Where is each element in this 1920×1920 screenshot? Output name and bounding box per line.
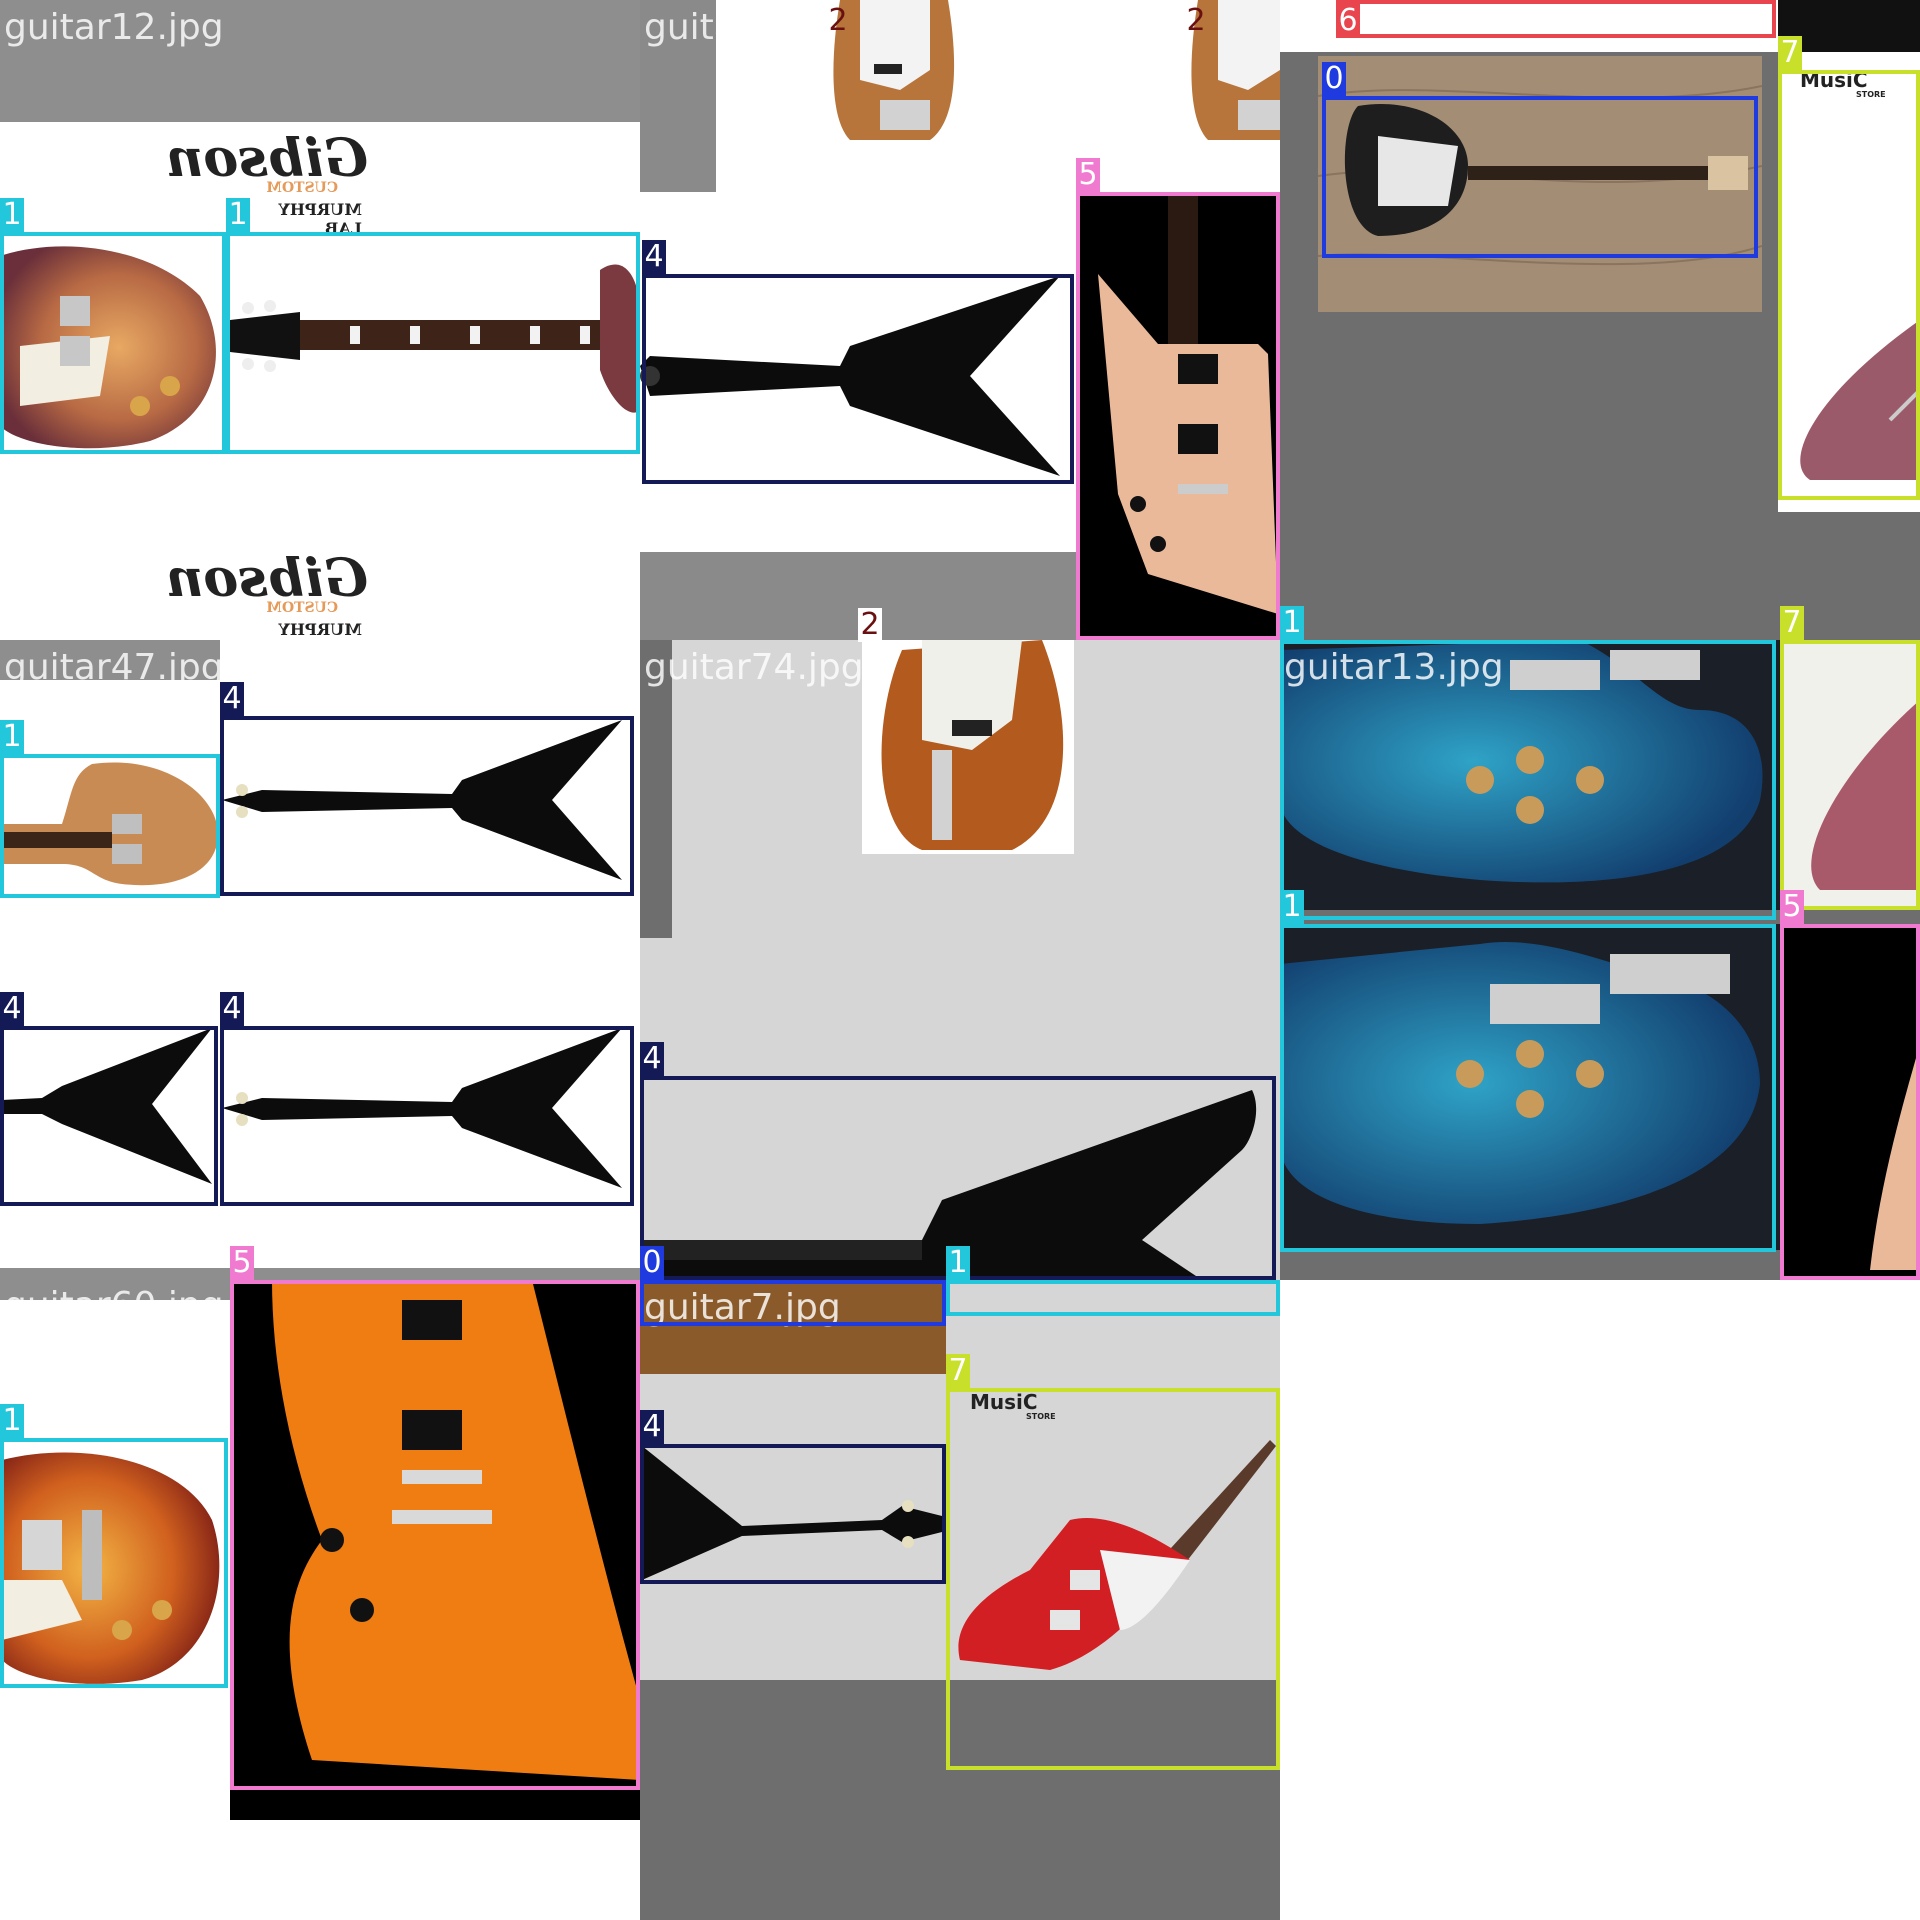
bbox-label: 1 [0,198,24,232]
tile-guitar22: guitar22.jpg 4 5 2 2 [640,0,1280,640]
bbox-label: 2 [1186,3,1206,38]
bbox-class-1 [1280,924,1776,1252]
bbox-label: 4 [220,992,244,1026]
bbox-label: 6 [1336,4,1360,38]
tile-filename: guitar60.jpg [4,1285,224,1326]
bbox-class-4 [642,274,1074,484]
bbox-label: 2 [858,608,882,642]
bbox-label: 1 [1280,890,1304,924]
bbox-label: 7 [1778,36,1802,70]
tile-filename: guitar12.jpg [4,7,224,48]
bbox-label: 1 [1280,606,1304,640]
bbox-label: 4 [640,1410,664,1444]
bbox-class-0 [1322,96,1758,258]
bbox-class-5 [1076,192,1280,640]
bbox-class-7 [1780,640,1920,910]
bbox-class-1 [0,1438,228,1688]
bbox-label: 7 [1780,606,1804,640]
bbox-class-4 [0,1026,218,1206]
bbox-class-4 [220,716,634,896]
bbox-class-1 [226,232,640,454]
bbox-class-0 [640,1280,946,1326]
bbox-label: 5 [1780,890,1804,924]
telecaster-art [862,640,1074,854]
bbox-label: 4 [0,992,24,1026]
bbox-class-4 [220,1026,634,1206]
bbox-class-5 [230,1280,640,1790]
bbox-class-7 [946,1388,1280,1770]
bbox-class-1 [0,232,226,454]
bbox-class-7 [1778,70,1920,500]
gibson-logo: Gibson CUSTOM MURPHY LAB [165,548,368,640]
bbox-label: 2 [828,3,848,38]
tile-guitar7: guitar7.jpg MusiC STORE 0 4 7 [640,1280,1280,1920]
bbox-label: 1 [0,720,24,754]
tile-guitar13: guitar13.jpg 1 1 5 [1280,640,1920,1280]
bbox-label: 0 [640,1246,664,1280]
tile-guitar74: guitar74.jpg 4 2 [640,640,1280,1280]
bbox-class-4 [640,1444,946,1584]
bbox-label: 4 [220,682,244,716]
tile-filename: guitar47.jpg [4,647,224,688]
tile-guitar47: guitar47.jpg 1 4 4 4 [0,640,640,1280]
bbox-label: 0 [1322,62,1346,96]
tile-guitar12: guitar12.jpg Gibson CUSTOM MURPHY LAB Gi… [0,0,640,640]
bbox-label: 5 [230,1246,254,1280]
bbox-class-6 [1336,0,1776,38]
bbox-label: 4 [642,240,666,274]
bbox-label: 7 [946,1354,970,1388]
bbox-class-1 [0,754,220,898]
bbox-label: 1 [0,1404,24,1438]
bbox-label: 4 [640,1042,664,1076]
bbox-label: 1 [226,198,250,232]
black-pad [230,1790,640,1820]
bbox-label: 1 [946,1246,970,1280]
bbox-class-1 [1280,640,1776,920]
tile-guitar60-top: guitar60.jpg MusiC STORE 6 0 7 [1280,0,1920,640]
bbox-class-5 [1780,924,1920,1280]
tile-guitar60-bottom: guitar60.jpg 1 [0,1280,640,1920]
tile-filename: guitar74.jpg [644,647,864,688]
bbox-label: 5 [1076,158,1100,192]
gibson-logo: Gibson CUSTOM MURPHY LAB [165,128,368,238]
gray-pad [0,1268,640,1280]
bbox-class-1 [946,1280,1280,1316]
